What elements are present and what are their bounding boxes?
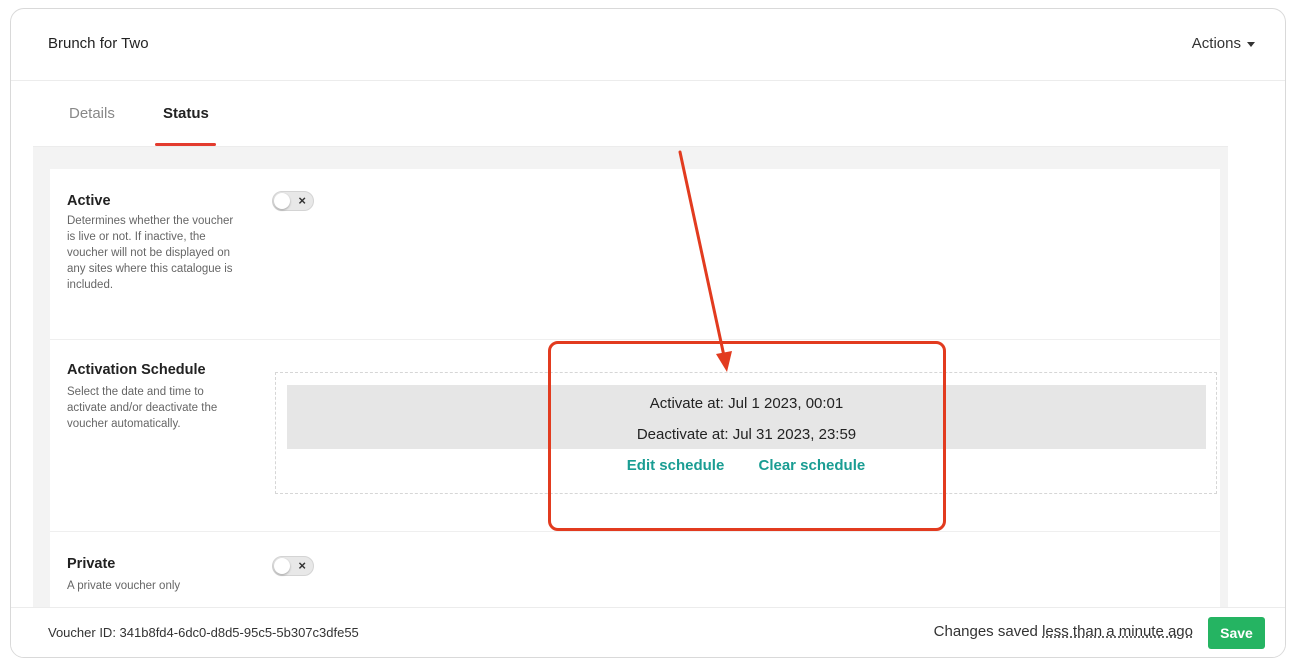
x-icon: × (298, 558, 306, 573)
schedule-title: Activation Schedule (67, 362, 206, 378)
caret-down-icon (1247, 41, 1255, 47)
save-status: Changes saved less than a minute ago (934, 623, 1193, 640)
x-icon: × (298, 193, 306, 208)
active-toggle[interactable]: × (272, 191, 314, 211)
save-button[interactable]: Save (1208, 617, 1265, 649)
activate-at-text: Activate at: Jul 1 2023, 00:01 (649, 395, 844, 412)
page-title: Brunch for Two (48, 35, 149, 52)
clear-schedule-link[interactable]: Clear schedule (758, 457, 865, 474)
voucher-id: Voucher ID: 341b8fd4-6dc0-d8d5-95c5-5b30… (48, 625, 359, 640)
saved-prefix: Changes saved (933, 623, 1038, 640)
status-card: Active Determines whether the voucher is… (50, 169, 1220, 629)
schedule-box: Activate at: Jul 1 2023, 00:01 Deactivat… (275, 372, 1217, 494)
header-bar: Brunch for Two Actions (11, 9, 1285, 81)
active-section: Active Determines whether the voucher is… (50, 169, 1220, 339)
saved-time-ago: less than a minute ago (1042, 623, 1193, 640)
active-description: Determines whether the voucher is live o… (67, 215, 234, 291)
toggle-knob (274, 558, 290, 574)
actions-dropdown[interactable]: Actions (1192, 35, 1255, 52)
edit-schedule-link[interactable]: Edit schedule (627, 457, 725, 474)
active-tab-indicator (155, 143, 216, 146)
schedule-description: Select the date and time to activate and… (67, 386, 218, 430)
schedule-links: Edit schedule Clear schedule (276, 457, 1216, 474)
tab-status[interactable]: Status (163, 105, 209, 122)
voucher-panel: Brunch for Two Actions Details Status Ac… (10, 8, 1286, 658)
actions-label: Actions (1191, 35, 1241, 52)
private-description: A private voucher only (67, 580, 181, 592)
toggle-knob (274, 193, 290, 209)
private-toggle[interactable]: × (272, 556, 314, 576)
schedule-summary: Activate at: Jul 1 2023, 00:01 Deactivat… (287, 385, 1206, 449)
footer-bar: Voucher ID: 341b8fd4-6dc0-d8d5-95c5-5b30… (11, 607, 1285, 657)
tab-bar: Details Status (33, 81, 1228, 147)
tab-details[interactable]: Details (69, 105, 115, 122)
active-title: Active (67, 193, 111, 209)
schedule-section: Activation Schedule Select the date and … (50, 339, 1220, 531)
deactivate-at-text: Deactivate at: Jul 31 2023, 23:59 (636, 426, 857, 443)
private-title: Private (67, 556, 116, 572)
content-area: Details Status Active Determines whether… (33, 81, 1228, 629)
